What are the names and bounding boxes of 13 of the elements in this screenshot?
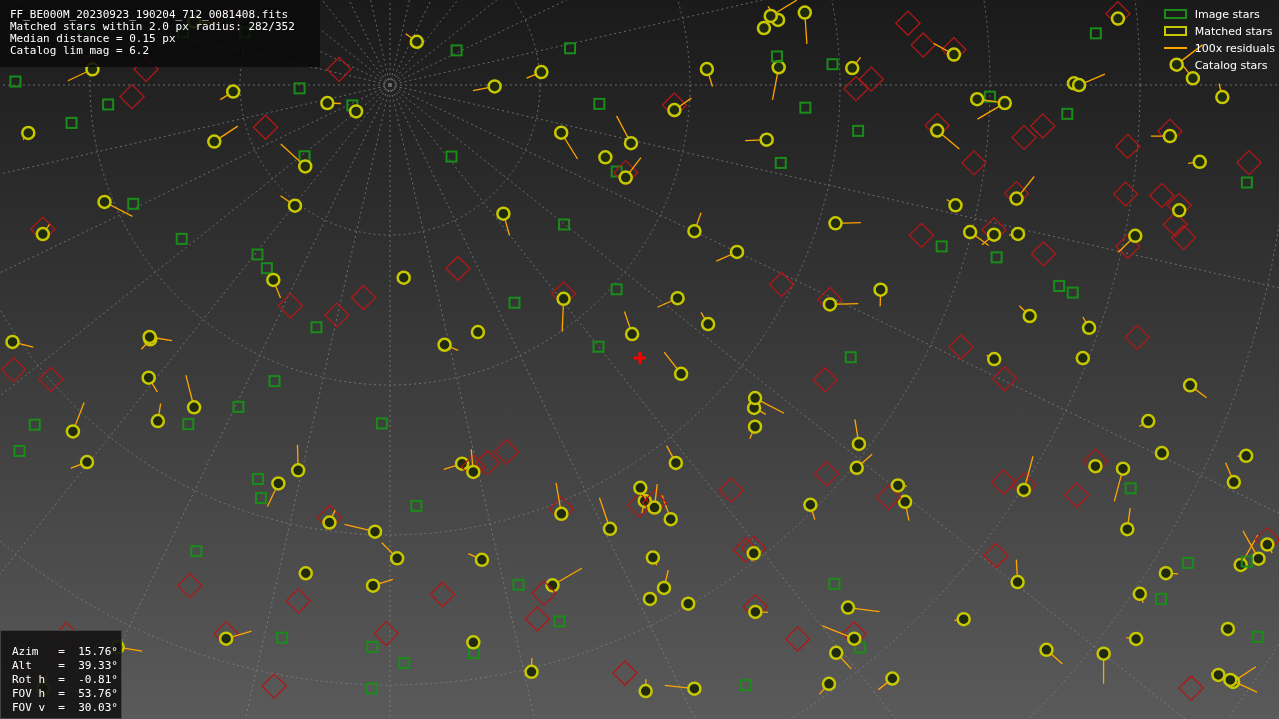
pointing-text: Rot h = -0.81° xyxy=(12,673,119,687)
legend-label: Image stars xyxy=(1194,7,1260,21)
info-text: Catalog lim mag = 6.2 xyxy=(10,45,151,57)
info-text: FF_BE000M_20230923_190204_712_0081408.fits xyxy=(10,9,290,21)
pointing-text: Alt = 39.33° xyxy=(12,659,119,673)
info-text: Matched stars within 2.0 px radius: 282/352 xyxy=(10,21,296,33)
legend-label: Matched stars xyxy=(1194,24,1273,38)
legend-label: 100x residuals xyxy=(1194,41,1275,55)
legend-label: Catalog stars xyxy=(1194,58,1268,72)
pointing-text: Azim = 15.76° xyxy=(12,645,119,659)
pointing-text: FOV h = 53.76° xyxy=(12,687,119,701)
pointing-text: FOV v = 30.03° xyxy=(12,701,119,715)
info-text: Median distance = 0.15 px xyxy=(10,33,177,45)
